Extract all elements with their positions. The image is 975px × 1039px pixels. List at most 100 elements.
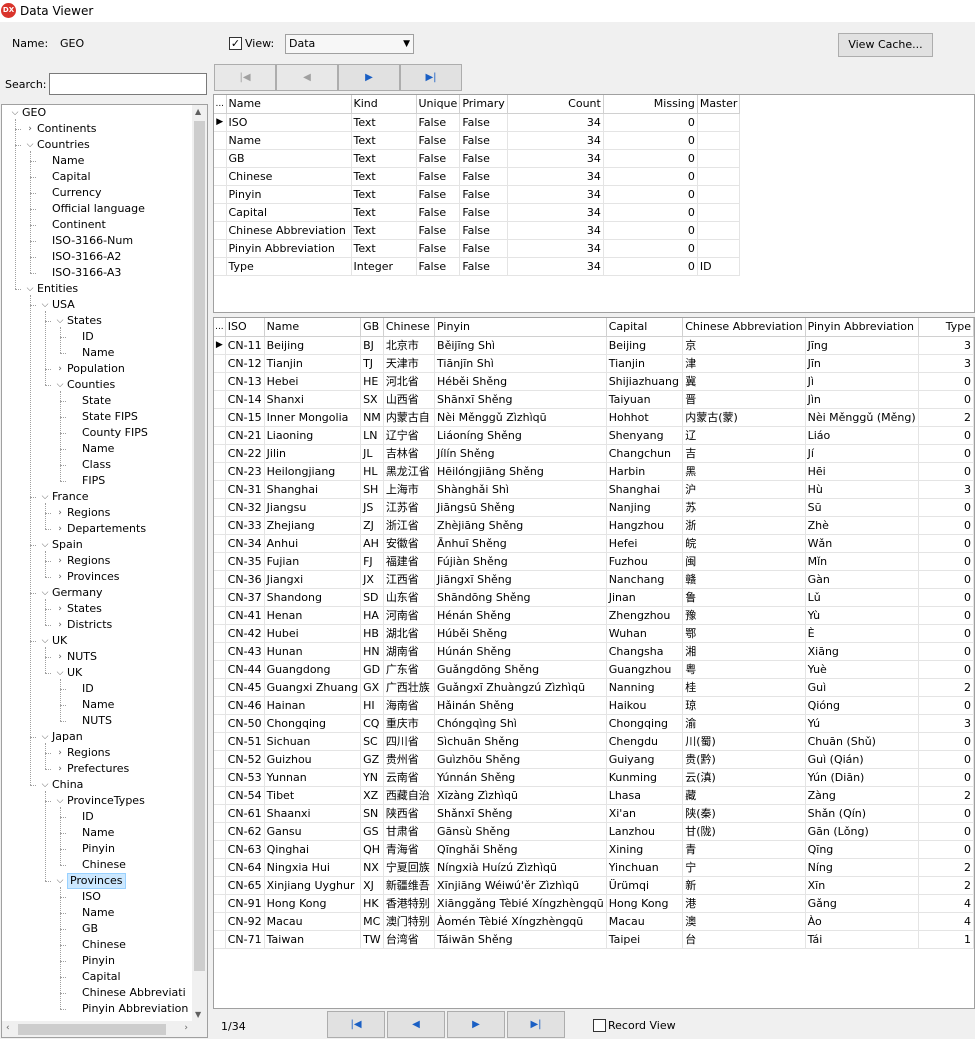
schema-cell[interactable]: 34 [507,221,604,240]
data-cell[interactable]: 0 [918,462,974,481]
row-indicator[interactable] [214,480,226,499]
data-cell[interactable]: Zhejiang [264,516,362,535]
data-cell[interactable]: 4 [918,894,974,913]
row-indicator[interactable] [214,185,227,204]
tree-expanded-chevron-icon[interactable]: ⌵ [55,873,65,889]
data-cell[interactable]: 2 [918,786,974,805]
tree-node[interactable]: ProvinceTypes [67,793,145,809]
tree-node[interactable]: Germany [52,585,103,601]
data-row[interactable]: CN-14 Shanxi SX 山西省 Shānxī Shěng Taiyuan 晋 Jìn 0 [214,390,974,409]
data-cell[interactable]: 0 [918,642,974,661]
schema-cell[interactable]: 0 [603,131,698,150]
data-cell[interactable]: CN-52 [225,750,265,769]
tree-node[interactable]: Capital [52,169,91,185]
schema-cell[interactable]: False [416,167,461,186]
data-row[interactable]: CN-53 Yunnan YN 云南省 Yúnnán Shěng Kunming 云(滇) Y… [214,768,974,787]
data-cell[interactable]: CN-32 [225,498,265,517]
schema-cell[interactable]: False [459,185,508,204]
data-row[interactable]: CN-46 Hainan HI 海南省 Hǎinán Shěng Haikou 琼 Qióng… [214,696,974,715]
data-cell[interactable]: Beijing [264,336,362,355]
data-cell[interactable]: Wǎn [805,534,919,553]
tree-node[interactable]: ISO-3166-A2 [52,249,121,265]
schema-cell[interactable]: 34 [507,167,604,186]
data-cell[interactable]: Sichuan [264,732,362,751]
tree-node[interactable]: Counties [67,377,115,393]
data-cell[interactable]: 宁夏回族 [383,858,436,877]
data-cell[interactable]: Macau [264,912,362,931]
data-cell[interactable]: 浙 [682,516,806,535]
tree-expanded-chevron-icon[interactable]: ⌵ [55,793,65,809]
data-cell[interactable]: 甘肃省 [383,822,436,841]
data-cell[interactable]: GS [360,822,384,841]
data-cell[interactable]: Chuān (Shǔ) [805,732,919,751]
data-row[interactable]: CN-61 Shaanxi SN 陕西省 Shǎnxī Shěng Xi'an 陕(秦) Sh… [214,804,974,823]
tree-node[interactable]: Name [82,905,114,921]
data-cell[interactable]: Yù [805,606,919,625]
view-select[interactable]: Data ▼ [285,34,414,54]
data-cell[interactable]: Heilongjiang [264,462,362,481]
data-row[interactable]: CN-37 Shandong SD 山东省 Shāndōng Shěng Jinan 鲁 Lǔ… [214,588,974,607]
schema-row[interactable]: Chinese Abbreviation Text False False 34 0 [214,221,741,240]
schema-cell[interactable]: ID [697,257,741,276]
schema-cell[interactable]: False [416,203,461,222]
data-cell[interactable]: Anhui [264,534,362,553]
row-indicator[interactable] [214,804,226,823]
data-cell[interactable]: CN-50 [225,714,265,733]
data-cell[interactable]: 宁 [682,858,806,877]
row-indicator[interactable] [214,606,226,625]
schema-row[interactable]: GB Text False False 34 0 [214,149,741,168]
data-row[interactable]: CN-52 Guizhou GZ 贵州省 Guìzhōu Shěng Guiyang 贵(黔… [214,750,974,769]
data-row[interactable]: CN-35 Fujian FJ 福建省 Fújiàn Shěng Fuzhou 闽 Mǐn 0 [214,552,974,571]
data-cell[interactable]: XZ [360,786,384,805]
data-column-header[interactable]: Type [918,318,974,337]
row-indicator[interactable] [214,516,226,535]
schema-column-header[interactable]: Name [226,95,352,114]
data-cell[interactable]: 津 [682,354,806,373]
data-cell[interactable]: AH [360,534,384,553]
data-cell[interactable]: Qinghai [264,840,362,859]
data-cell[interactable]: Hainan [264,696,362,715]
data-cell[interactable]: MC [360,912,384,931]
row-indicator[interactable] [214,426,226,445]
data-cell[interactable]: 浙江省 [383,516,436,535]
data-cell[interactable]: Běijīng Shì [434,336,607,355]
data-cell[interactable]: Taipei [606,930,684,949]
schema-cell[interactable]: False [416,221,461,240]
data-cell[interactable]: Henan [264,606,362,625]
data-row[interactable]: CN-63 Qinghai QH 青海省 Qīnghǎi Shěng Xining 青 Qīn… [214,840,974,859]
data-cell[interactable]: CN-45 [225,678,265,697]
data-row[interactable]: CN-54 Tibet XZ 西藏自治 Xīzàng Zìzhìqū Lhasa 藏 Zàng… [214,786,974,805]
data-cell[interactable]: Guizhou [264,750,362,769]
tree-node[interactable]: Pinyin [82,841,115,857]
tree-node[interactable]: Spain [52,537,83,553]
tree-node[interactable]: State FIPS [82,409,138,425]
schema-row[interactable]: Capital Text False False 34 0 [214,203,741,222]
data-cell[interactable]: 0 [918,516,974,535]
data-cell[interactable]: Beijing [606,336,684,355]
data-cell[interactable]: 0 [918,696,974,715]
schema-cell[interactable]: False [416,113,461,132]
data-cell[interactable]: SD [360,588,384,607]
data-cell[interactable]: Tianjin [606,354,684,373]
data-cell[interactable]: Hefei [606,534,684,553]
data-cell[interactable]: Yinchuan [606,858,684,877]
data-cell[interactable]: 吉 [682,444,806,463]
data-cell[interactable]: 0 [918,426,974,445]
schema-cell[interactable]: 34 [507,257,604,276]
row-indicator[interactable] [214,588,226,607]
data-cell[interactable]: Tibet [264,786,362,805]
data-cell[interactable]: CN-21 [225,426,265,445]
data-cell[interactable]: Shanghai [606,480,684,499]
data-cell[interactable]: Zhè [805,516,919,535]
data-cell[interactable]: CN-51 [225,732,265,751]
data-cell[interactable]: Guì (Qián) [805,750,919,769]
schema-column-header[interactable]: Kind [351,95,417,114]
data-cell[interactable]: CN-43 [225,642,265,661]
data-cell[interactable]: QH [360,840,384,859]
tree-expanded-chevron-icon[interactable]: ⌵ [25,137,35,153]
row-indicator[interactable] [214,203,227,222]
data-cell[interactable]: HE [360,372,384,391]
schema-row[interactable]: Pinyin Text False False 34 0 [214,185,741,204]
data-cell[interactable]: Tái [805,930,919,949]
schema-cell[interactable]: 34 [507,239,604,258]
